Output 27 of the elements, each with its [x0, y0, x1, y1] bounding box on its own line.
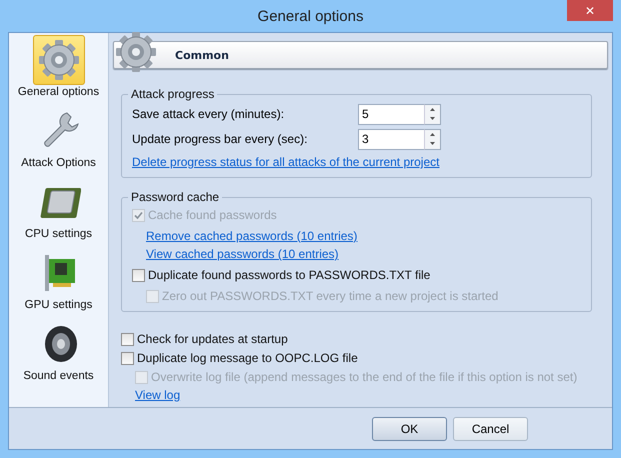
- sidebar-item[interactable]: Attack Options: [9, 106, 108, 177]
- down-arrow-icon[interactable]: [430, 142, 435, 146]
- number-input[interactable]: 3: [358, 128, 424, 150]
- number-input[interactable]: 5: [358, 104, 424, 124]
- up-arrow-icon[interactable]: [430, 108, 435, 111]
- link[interactable]: Delete progress status for all attacks of the current project: [132, 155, 440, 169]
- check-icon: [134, 210, 143, 220]
- sidebar-item[interactable]: General options: [9, 35, 108, 106]
- sidebar-item[interactable]: CPU settings: [9, 177, 108, 248]
- group-title: Password cache: [130, 190, 220, 204]
- group-title: Attack progress: [130, 87, 216, 101]
- close-button[interactable]: ✕: [567, 0, 613, 21]
- window-title: General options: [258, 8, 364, 24]
- up-arrow-icon[interactable]: [430, 132, 435, 136]
- gear-icon: [36, 38, 80, 82]
- checkbox[interactable]: Check for updates at startup: [121, 330, 608, 348]
- dialog-button[interactable]: OK: [372, 416, 447, 440]
- sidebar-item[interactable]: Sound events: [9, 319, 108, 390]
- down-arrow-icon[interactable]: [430, 117, 435, 120]
- sidebar-item[interactable]: GPU settings: [9, 248, 108, 319]
- gear-icon: [116, 32, 156, 72]
- field-label: Update progress bar every (sec):: [132, 132, 308, 146]
- checkbox[interactable]: Duplicate log message to OOPC.LOG file: [121, 349, 608, 367]
- dialog-button[interactable]: Cancel: [453, 416, 528, 440]
- checkbox[interactable]: Duplicate found passwords to PASSWORDS.TXT file: [132, 266, 583, 284]
- field-label: Save attack every (minutes):: [132, 107, 286, 121]
- link[interactable]: View log: [135, 388, 180, 402]
